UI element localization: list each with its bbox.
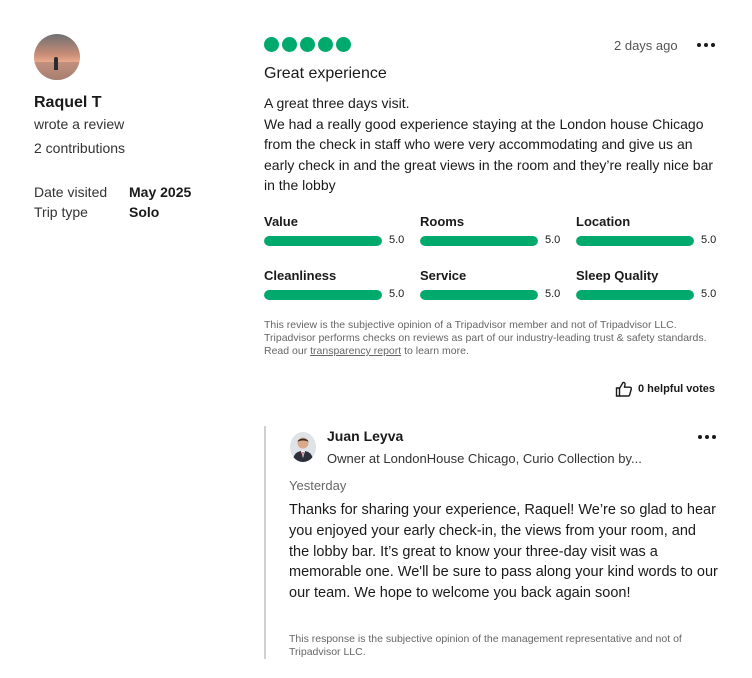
- subrating-bar-fill: [420, 236, 538, 246]
- trip-type-label: Trip type: [34, 204, 88, 220]
- subrating-bar-fill: [264, 236, 382, 246]
- helpful-votes-count: 0 helpful votes: [638, 383, 716, 395]
- review-date: 2 days ago: [614, 38, 678, 53]
- rating-bubble-icon: [282, 37, 297, 52]
- helpful-vote-button[interactable]: 0 helpful votes: [615, 381, 715, 397]
- dot-icon: [698, 435, 702, 439]
- subrating-bar: [576, 290, 694, 300]
- dot-icon: [711, 43, 715, 47]
- transparency-report-link[interactable]: transparency report: [310, 345, 401, 357]
- dot-icon: [704, 43, 708, 47]
- trip-type-value: Solo: [129, 204, 160, 220]
- subrating-bar-fill: [576, 290, 694, 300]
- review-more-options-button[interactable]: [697, 40, 715, 50]
- responder-avatar: [290, 432, 316, 462]
- review-body-line: We had a really good experience staying …: [264, 115, 714, 194]
- rating-bubbles: [264, 37, 351, 52]
- rating-bubble-icon: [264, 37, 279, 52]
- rating-bubble-icon: [318, 37, 333, 52]
- avatar-image: [34, 34, 80, 80]
- review-title: Great experience: [264, 65, 387, 82]
- review-disclaimer: This review is the subjective opinion of…: [264, 319, 724, 358]
- subrating-bar: [420, 290, 538, 300]
- subrating-label: Value: [264, 214, 298, 229]
- subrating-bar: [264, 236, 382, 246]
- reviewer-action: wrote a review: [34, 116, 125, 132]
- responder-role: Owner at LondonHouse Chicago, Curio Coll…: [327, 451, 642, 466]
- subrating-value: 5.0: [701, 234, 717, 246]
- subrating-label: Cleanliness: [264, 268, 337, 283]
- subrating-label: Sleep Quality: [576, 268, 659, 283]
- response-more-options-button[interactable]: [698, 432, 716, 442]
- response-divider: [264, 426, 266, 659]
- dot-icon: [697, 43, 701, 47]
- subrating-bar: [264, 290, 382, 300]
- reviewer-avatar[interactable]: [34, 34, 80, 80]
- response-body: Thanks for sharing your experience, Raqu…: [289, 502, 718, 602]
- subrating-bar: [576, 236, 694, 246]
- review-body: A great three days visit. We had a reall…: [264, 93, 724, 196]
- reviewer-name[interactable]: Raquel T: [34, 94, 102, 112]
- rating-bubble-icon: [336, 37, 351, 52]
- subrating-label: Location: [576, 214, 631, 229]
- rating-bubble-icon: [300, 37, 315, 52]
- response-disclaimer: This response is the subjective opinion …: [289, 633, 682, 658]
- subrating-bar-fill: [264, 290, 382, 300]
- subrating-value: 5.0: [389, 288, 405, 300]
- date-visited-label: Date visited: [34, 184, 108, 200]
- thumbs-up-icon: [615, 381, 633, 397]
- subrating-value: 5.0: [545, 288, 561, 300]
- subrating-label: Service: [420, 268, 467, 283]
- responder-name[interactable]: Juan Leyva: [327, 428, 403, 444]
- responder-avatar-image: [290, 432, 316, 462]
- subrating-value: 5.0: [389, 234, 405, 246]
- subrating-value: 5.0: [545, 234, 561, 246]
- reviewer-contributions: 2 contributions: [34, 140, 126, 156]
- response-date: Yesterday: [289, 478, 347, 493]
- dot-icon: [712, 435, 716, 439]
- subrating-bar-fill: [420, 290, 538, 300]
- review-body-line: A great three days visit.: [264, 95, 410, 111]
- subrating-bar-fill: [576, 236, 694, 246]
- subrating-bar: [420, 236, 538, 246]
- dot-icon: [705, 435, 709, 439]
- subrating-label: Rooms: [420, 214, 465, 229]
- subrating-value: 5.0: [701, 288, 717, 300]
- disclaimer-text: to learn more.: [401, 345, 469, 357]
- date-visited-value: May 2025: [129, 184, 192, 200]
